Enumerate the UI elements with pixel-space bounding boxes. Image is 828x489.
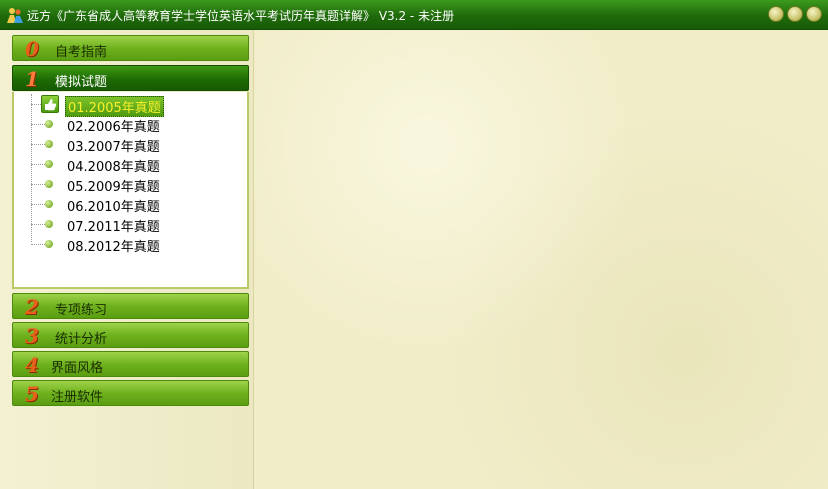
exam-tree: 01.2005年真题 02.2006年真题 03.2007年真题 04.2008…: [12, 92, 249, 289]
section-practice[interactable]: 2 专项练习: [12, 293, 249, 319]
section-mock-exams[interactable]: 1 模拟试题: [12, 65, 249, 91]
section-number-5: 5: [25, 382, 39, 406]
maximize-button[interactable]: [787, 6, 803, 22]
bullet-icon: [45, 180, 53, 188]
tree-item-label: 02.2006年真题: [67, 120, 160, 135]
section-label: 统计分析: [55, 332, 108, 347]
sidebar: 0 自考指南 1 模拟试题 01.2005年真题 02.2006年真题 03.2…: [0, 30, 254, 489]
section-label: 自考指南: [55, 45, 108, 60]
section-guide[interactable]: 0 自考指南: [12, 35, 249, 61]
tree-item-label: 05.2009年真题: [67, 180, 160, 195]
content-area: [254, 30, 828, 489]
section-number-1: 1: [25, 67, 39, 91]
section-label: 界面风格: [51, 361, 104, 376]
section-register[interactable]: 5 注册软件: [12, 380, 249, 406]
tree-item-label: 08.2012年真题: [67, 240, 160, 255]
tree-item-label: 07.2011年真题: [67, 220, 160, 235]
tree-item[interactable]: 08.2012年真题: [31, 234, 241, 255]
section-statistics[interactable]: 3 统计分析: [12, 322, 249, 348]
section-label: 专项练习: [55, 303, 108, 318]
bullet-icon: [45, 240, 53, 248]
thumbs-up-icon: [41, 95, 59, 113]
tree-item-label: 06.2010年真题: [67, 200, 160, 215]
close-button[interactable]: [806, 6, 822, 22]
bullet-icon: [45, 160, 53, 168]
people-app-icon: [7, 8, 23, 23]
tree-item[interactable]: 05.2009年真题: [31, 174, 241, 195]
bullet-icon: [45, 200, 53, 208]
tree-item[interactable]: 04.2008年真题: [31, 154, 241, 175]
bullet-icon: [45, 220, 53, 228]
tree-item-label: 04.2008年真题: [67, 160, 160, 175]
title-bar[interactable]: 远方《广东省成人高等教育学士学位英语水平考试历年真题详解》 V3.2 - 未注册: [0, 0, 828, 30]
bullet-icon: [45, 120, 53, 128]
section-number-3: 3: [25, 324, 39, 348]
bullet-icon: [45, 140, 53, 148]
section-label: 注册软件: [51, 390, 104, 405]
minimize-button[interactable]: [768, 6, 784, 22]
tree-item[interactable]: 06.2010年真题: [31, 194, 241, 215]
tree-item[interactable]: 01.2005年真题: [31, 94, 241, 117]
tree-item-label: 03.2007年真题: [67, 140, 160, 155]
tree-item[interactable]: 02.2006年真题: [31, 114, 241, 135]
section-number-4: 4: [25, 353, 39, 377]
section-number-0: 0: [25, 37, 39, 61]
section-number-2: 2: [25, 295, 39, 319]
section-label: 模拟试题: [55, 75, 108, 90]
tree-item[interactable]: 07.2011年真题: [31, 214, 241, 235]
window-title: 远方《广东省成人高等教育学士学位英语水平考试历年真题详解》 V3.2 - 未注册: [27, 9, 455, 23]
section-theme[interactable]: 4 界面风格: [12, 351, 249, 377]
tree-item[interactable]: 03.2007年真题: [31, 134, 241, 155]
window-controls: [765, 6, 822, 24]
